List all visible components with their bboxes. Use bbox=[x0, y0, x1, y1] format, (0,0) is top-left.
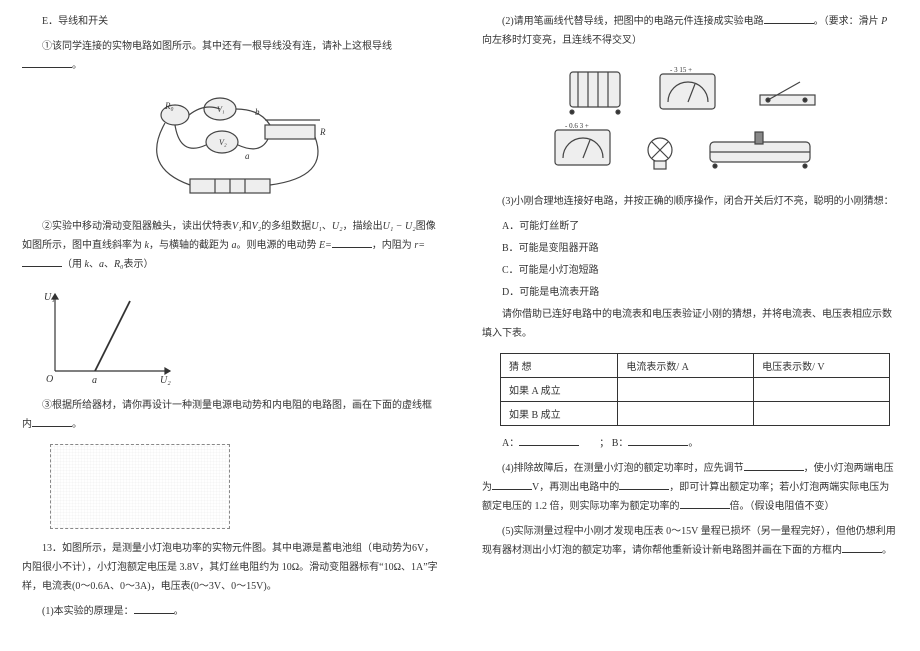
v2: V₂ bbox=[252, 221, 262, 232]
t: 。则电源的电动势 bbox=[236, 240, 316, 251]
t: 和 bbox=[242, 221, 252, 232]
eeq: E= bbox=[319, 240, 332, 251]
p: 。 bbox=[882, 545, 892, 556]
u1-u2-graph: U₁ U₂ a O bbox=[40, 286, 180, 386]
t: 倍。（假设电阻值不变） bbox=[730, 501, 835, 512]
row-b-volt[interactable] bbox=[754, 402, 890, 426]
result-table: 猜 想 电流表示数/ A 电压表示数/ V 如果 A 成立 如果 B 成立 bbox=[500, 353, 890, 426]
th-voltmeter: 电压表示数/ V bbox=[754, 354, 890, 378]
q3-tail: 请你借助已连好电路中的电流表和电压表验证小刚的猜想，并将电流表、电压表相应示数填… bbox=[482, 305, 898, 343]
q13-1: (1)本实验的原理是： 。 bbox=[22, 602, 438, 621]
opt-d: D．可能是电流表开路 bbox=[482, 283, 898, 303]
step-2: ②实验中移动滑动变阻器触头，读出伏特表V₁和V₂的多组数据U₁、U₂，描绘出U₁… bbox=[22, 217, 438, 274]
opt-a: A．可能灯丝断了 bbox=[482, 217, 898, 237]
circuit-diagram: R₀ V₁ V₂ b a R bbox=[120, 87, 340, 207]
row-b-amp[interactable] bbox=[618, 402, 754, 426]
u1u2: U₁ − U₂ bbox=[383, 221, 416, 232]
u1: U₁ bbox=[311, 221, 322, 232]
t: （用 bbox=[62, 259, 82, 270]
axis-u1: U₁ bbox=[44, 292, 55, 303]
blank-b[interactable] bbox=[628, 436, 688, 446]
row-a-amp[interactable] bbox=[618, 378, 754, 402]
table-row: 如果 B 成立 bbox=[501, 402, 890, 426]
t: ，与横轴的截距为 bbox=[149, 240, 229, 251]
period: 。 bbox=[72, 60, 82, 71]
svg-text:R₀: R₀ bbox=[164, 101, 174, 111]
row-a-label: 如果 A 成立 bbox=[501, 378, 618, 402]
ab-fill: A： ； B： 。 bbox=[482, 434, 898, 453]
req: r= bbox=[414, 240, 425, 251]
blank-principle[interactable] bbox=[134, 604, 174, 614]
t: 的多组数据 bbox=[261, 221, 311, 232]
blank-measure[interactable] bbox=[619, 480, 669, 490]
svg-text:- 3 15 +: - 3 15 + bbox=[670, 66, 692, 74]
q13: 13．如图所示，是测量小灯泡电功率的实物元件图。其中电源是蓄电池组（电动势为6V… bbox=[22, 539, 438, 596]
v1: V₁ bbox=[232, 221, 242, 232]
blank-box[interactable] bbox=[32, 417, 72, 427]
t: 。（要求：滑片 bbox=[814, 16, 879, 27]
svg-text:V₁: V₁ bbox=[217, 105, 225, 114]
blank-r[interactable] bbox=[22, 257, 62, 267]
t: ，描绘出 bbox=[343, 221, 383, 232]
t: ③根据所给器材，请你再设计一种测量电源电动势和内电阻的电路图，画在下面的虚线框内 bbox=[22, 400, 432, 430]
b-label: ； B： bbox=[599, 438, 628, 449]
u2: U₂ bbox=[332, 221, 343, 232]
q3: (3)小刚合理地连接好电路，并按正确的顺序操作，闭合开关后灯不亮，聪明的小刚猜想… bbox=[482, 192, 898, 211]
row-a-volt[interactable] bbox=[754, 378, 890, 402]
opt-b: B．可能是变阻器开路 bbox=[482, 239, 898, 259]
axis-o: O bbox=[46, 374, 53, 385]
q5: (5)实际测量过程中小刚才发现电压表 0～15V 量程已损坏（另一量程完好），但… bbox=[482, 522, 898, 560]
t: (2)请用笔画线代替导线，把图中的电路元件连接成实验电路 bbox=[502, 16, 764, 27]
blank-q5[interactable] bbox=[842, 543, 882, 553]
opt-c: C．可能是小灯泡短路 bbox=[482, 261, 898, 281]
blank-a[interactable] bbox=[519, 436, 579, 446]
svg-text:b: b bbox=[255, 107, 260, 117]
t: 、 bbox=[322, 221, 332, 232]
blank-e[interactable] bbox=[332, 238, 372, 248]
q2: (2)请用笔画线代替导线，把图中的电路元件连接成实验电路 。（要求：滑片 P 向左… bbox=[482, 12, 898, 50]
t: 、 bbox=[104, 259, 114, 270]
t: V，再测出电路中的 bbox=[532, 482, 619, 493]
t: ②实验中移动滑动变阻器触头，读出伏特表 bbox=[42, 221, 232, 232]
drawing-box-left[interactable] bbox=[50, 444, 230, 529]
t: (4)排除故障后，在测量小灯泡的额定功率时，应先调节 bbox=[502, 463, 744, 474]
p: 。 bbox=[688, 438, 698, 449]
option-e: E．导线和开关 bbox=[22, 12, 438, 31]
svg-text:R: R bbox=[319, 127, 326, 137]
q4: (4)排除故障后，在测量小灯泡的额定功率时，应先调节，使小灯泡两端电压为V，再测… bbox=[482, 459, 898, 516]
right-column: (2)请用笔画线代替导线，把图中的电路元件连接成实验电路 。（要求：滑片 P 向左… bbox=[460, 0, 920, 651]
a-label: A： bbox=[502, 438, 519, 449]
t: 、 bbox=[89, 259, 99, 270]
left-column: E．导线和开关 ①该同学连接的实物电路如图所示。其中还有一根导线没有连，请补上这… bbox=[0, 0, 460, 651]
step-1: ①该同学连接的实物电路如图所示。其中还有一根导线没有连，请补上这根导线。 bbox=[22, 37, 438, 75]
blank-q2[interactable] bbox=[764, 14, 814, 24]
th-ammeter: 电流表示数/ A bbox=[618, 354, 754, 378]
step-1-text: ①该同学连接的实物电路如图所示。其中还有一根导线没有连，请补上这根导线 bbox=[42, 41, 392, 52]
step-3: ③根据所给器材，请你再设计一种测量电源电动势和内电阻的电路图，画在下面的虚线框内… bbox=[22, 396, 438, 434]
row-b-label: 如果 B 成立 bbox=[501, 402, 618, 426]
blank-adjust[interactable] bbox=[744, 461, 804, 471]
blank-times[interactable] bbox=[680, 499, 730, 509]
axis-a: a bbox=[92, 375, 97, 386]
blank-wire[interactable] bbox=[22, 58, 72, 68]
r0: R₀ bbox=[114, 259, 124, 270]
th-guess: 猜 想 bbox=[501, 354, 618, 378]
table-row: 如果 A 成立 bbox=[501, 378, 890, 402]
svg-text:- 0.6 3 +: - 0.6 3 + bbox=[565, 122, 589, 130]
axis-u2: U₂ bbox=[160, 375, 171, 386]
p: 。 bbox=[174, 606, 184, 617]
t: (5)实际测量过程中小刚才发现电压表 0～15V 量程已损坏（另一量程完好），但… bbox=[482, 526, 896, 556]
t: ，内阻为 bbox=[372, 240, 412, 251]
svg-text:V₂: V₂ bbox=[219, 138, 227, 147]
t: 向左移时灯变亮，且连线不得交叉） bbox=[482, 35, 642, 46]
p: P bbox=[881, 16, 887, 27]
components-diagram: - 0.6 3 + - 3 15 + bbox=[540, 62, 840, 182]
blank-volt[interactable] bbox=[492, 480, 532, 490]
p: 。 bbox=[72, 419, 82, 430]
svg-text:a: a bbox=[245, 151, 250, 161]
t: 表示） bbox=[124, 259, 154, 270]
t: (1)本实验的原理是： bbox=[42, 606, 134, 617]
